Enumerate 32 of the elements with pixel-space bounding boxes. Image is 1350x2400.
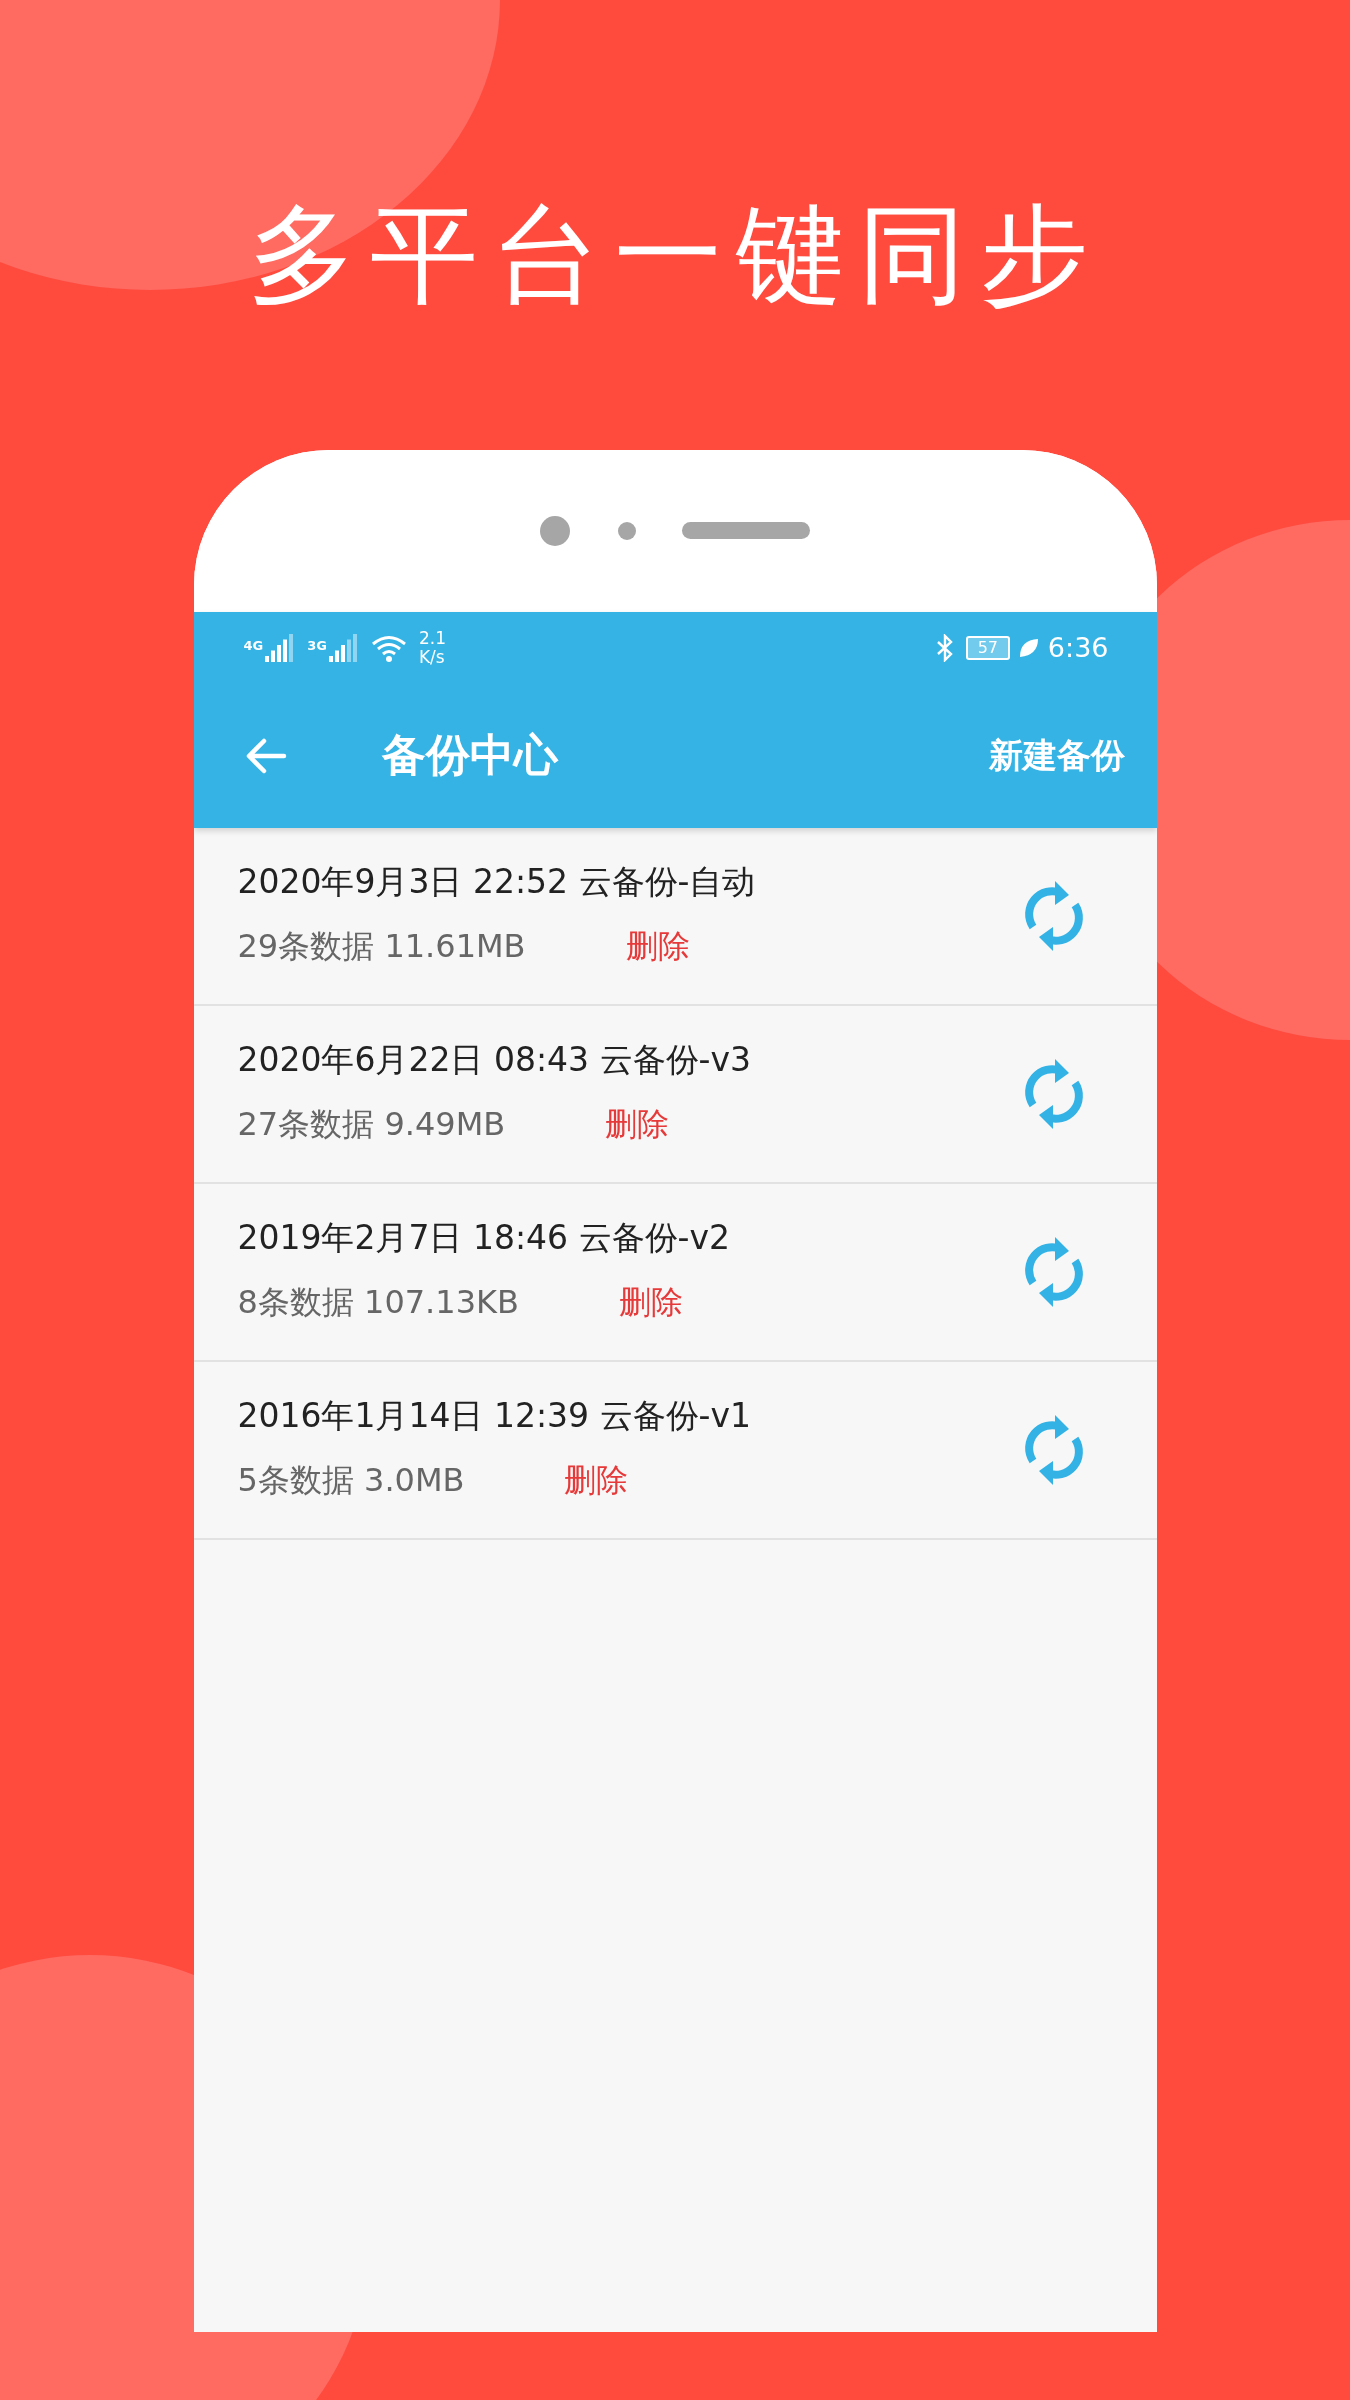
signal-icon (265, 633, 296, 662)
leaf-icon (1017, 636, 1040, 659)
screen-title: 备份中心 (381, 728, 560, 783)
backup-row[interactable]: 2020年9月3日 22:52 云备份-自动 29条数据 11.61MB 删除 (193, 827, 1157, 1006)
backup-title: 2020年6月22日 08:43 云备份-v3 (237, 1040, 752, 1079)
delete-link[interactable]: 删除 (564, 1458, 629, 1503)
backup-info: 5条数据 3.0MB (237, 1459, 465, 1501)
wifi-icon (370, 633, 407, 662)
battery-level: 57 (965, 635, 1010, 660)
backup-info: 8条数据 107.13KB (237, 1281, 519, 1323)
new-backup-button[interactable]: 新建备份 (988, 732, 1125, 779)
backup-title: 2016年1月14日 12:39 云备份-v1 (237, 1396, 752, 1435)
headline: 多平台一键同步 (248, 191, 1102, 319)
backup-info: 27条数据 9.49MB (237, 1103, 506, 1145)
network-type: 4G (243, 637, 264, 653)
clock-time: 6:36 (1047, 632, 1109, 664)
backup-row[interactable]: 2019年2月7日 18:46 云备份-v2 8条数据 107.13KB 删除 (193, 1183, 1157, 1362)
backup-row[interactable]: 2020年6月22日 08:43 云备份-v3 27条数据 9.49MB 删除 (193, 1005, 1157, 1184)
backup-title: 2020年9月3日 22:52 云备份-自动 (237, 862, 757, 901)
delete-link[interactable]: 删除 (605, 1102, 670, 1147)
delete-link[interactable]: 删除 (625, 924, 690, 969)
speed-unit: K/s (418, 647, 446, 667)
bluetooth-icon (935, 633, 954, 662)
backup-info: 29条数据 11.61MB (237, 925, 526, 967)
network-type: 3G (307, 637, 327, 653)
backup-row[interactable]: 2016年1月14日 12:39 云备份-v1 5条数据 3.0MB 删除 (193, 1361, 1157, 1540)
camera-dot (540, 515, 570, 546)
backup-title: 2019年2月7日 18:46 云备份-v2 (237, 1218, 731, 1257)
network-speed: 2.1 (418, 628, 446, 648)
delete-link[interactable]: 删除 (618, 1280, 683, 1325)
signal-icon (328, 633, 359, 662)
sensor-dot (618, 521, 636, 540)
